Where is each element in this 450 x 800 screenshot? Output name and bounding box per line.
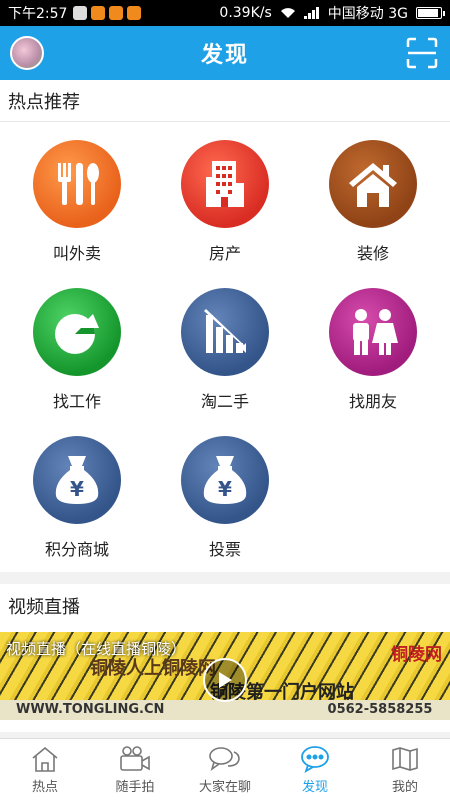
declining-chart-icon bbox=[181, 288, 269, 376]
grid-item-label: 投票 bbox=[208, 540, 241, 559]
grid-item-label: 房产 bbox=[208, 244, 241, 263]
building-icon bbox=[181, 140, 269, 228]
chat-bubbles-icon bbox=[209, 746, 240, 771]
video-url: WWW.TONGLING.CN bbox=[0, 700, 310, 720]
notification-icons bbox=[73, 6, 142, 20]
tab-chat[interactable]: 大家在聊 bbox=[180, 739, 270, 800]
avatar[interactable] bbox=[10, 36, 44, 70]
tab-discover[interactable]: 发现 bbox=[270, 739, 360, 800]
tab-label: 我的 bbox=[391, 779, 418, 795]
tab-mine[interactable]: 我的 bbox=[360, 739, 450, 800]
network-speed: 0.39K/s bbox=[219, 5, 272, 21]
pie-chart-icon bbox=[33, 288, 121, 376]
page-title: 发现 bbox=[200, 43, 249, 68]
cutlery-icon bbox=[33, 140, 121, 228]
notification-app-icon bbox=[73, 6, 88, 20]
status-time: 下午2:57 bbox=[8, 6, 68, 22]
section-title-hot: 热点推荐 bbox=[0, 80, 450, 122]
notification-app-icon bbox=[127, 6, 142, 20]
grid-item-label: 淘二手 bbox=[200, 392, 249, 411]
status-bar: 下午2:57 0.39K/s 中国移动 3G bbox=[0, 0, 450, 26]
map-icon bbox=[392, 746, 418, 771]
video-phone: 0562-5858255 bbox=[310, 700, 450, 720]
house-icon bbox=[329, 140, 417, 228]
grid-item-points-mall[interactable]: ¥ 积分商城 bbox=[2, 436, 152, 560]
grid-item-label: 叫外卖 bbox=[52, 244, 101, 263]
grid-item-vote[interactable]: ¥ 投票 bbox=[150, 436, 300, 560]
video-camera-icon bbox=[120, 745, 150, 771]
tab-snapshot[interactable]: 随手拍 bbox=[90, 739, 180, 800]
signal-icon bbox=[303, 7, 319, 19]
grid-item-label: 找朋友 bbox=[348, 392, 397, 411]
svg-text:¥: ¥ bbox=[218, 477, 232, 501]
people-icon bbox=[329, 288, 417, 376]
grid-item-realestate[interactable]: 房产 bbox=[150, 140, 300, 264]
grid-item-label: 找工作 bbox=[52, 392, 101, 411]
battery-icon bbox=[416, 7, 445, 19]
play-icon[interactable] bbox=[203, 658, 247, 702]
grid-item-label: 装修 bbox=[356, 244, 389, 263]
svg-text:¥: ¥ bbox=[70, 477, 84, 501]
grid-item-takeout[interactable]: 叫外卖 bbox=[2, 140, 152, 264]
carrier-name: 中国移动 3G bbox=[327, 6, 408, 22]
app-header: 发现 bbox=[0, 26, 450, 80]
discover-bubble-icon bbox=[301, 745, 329, 773]
grid-item-decoration[interactable]: 装修 bbox=[298, 140, 448, 264]
notification-app-icon bbox=[91, 6, 106, 20]
bottom-tab-bar: 热点 随手拍 大家在聊 发现 我的 bbox=[0, 738, 450, 800]
tab-label: 随手拍 bbox=[115, 779, 155, 795]
grid-item-jobs[interactable]: 找工作 bbox=[2, 288, 152, 412]
house-outline-icon bbox=[32, 746, 58, 772]
notification-app-icon bbox=[109, 6, 124, 20]
tab-label: 发现 bbox=[301, 779, 328, 795]
video-caption: 视频直播（在线直播铜陵） bbox=[6, 640, 187, 658]
section-title-live: 视频直播 bbox=[8, 597, 80, 618]
wifi-icon bbox=[280, 8, 295, 18]
money-bag-icon: ¥ bbox=[181, 436, 269, 524]
grid-item-friends[interactable]: 找朋友 bbox=[298, 288, 448, 412]
tab-label: 大家在聊 bbox=[198, 779, 251, 795]
grid-item-secondhand[interactable]: 淘二手 bbox=[150, 288, 300, 412]
tab-label: 热点 bbox=[31, 779, 58, 795]
grid-item-label: 积分商城 bbox=[44, 540, 109, 559]
scan-icon[interactable] bbox=[406, 37, 438, 69]
video-brand: 铜陵网 bbox=[391, 645, 442, 665]
tab-hot[interactable]: 热点 bbox=[0, 739, 90, 800]
money-bag-icon: ¥ bbox=[33, 436, 121, 524]
